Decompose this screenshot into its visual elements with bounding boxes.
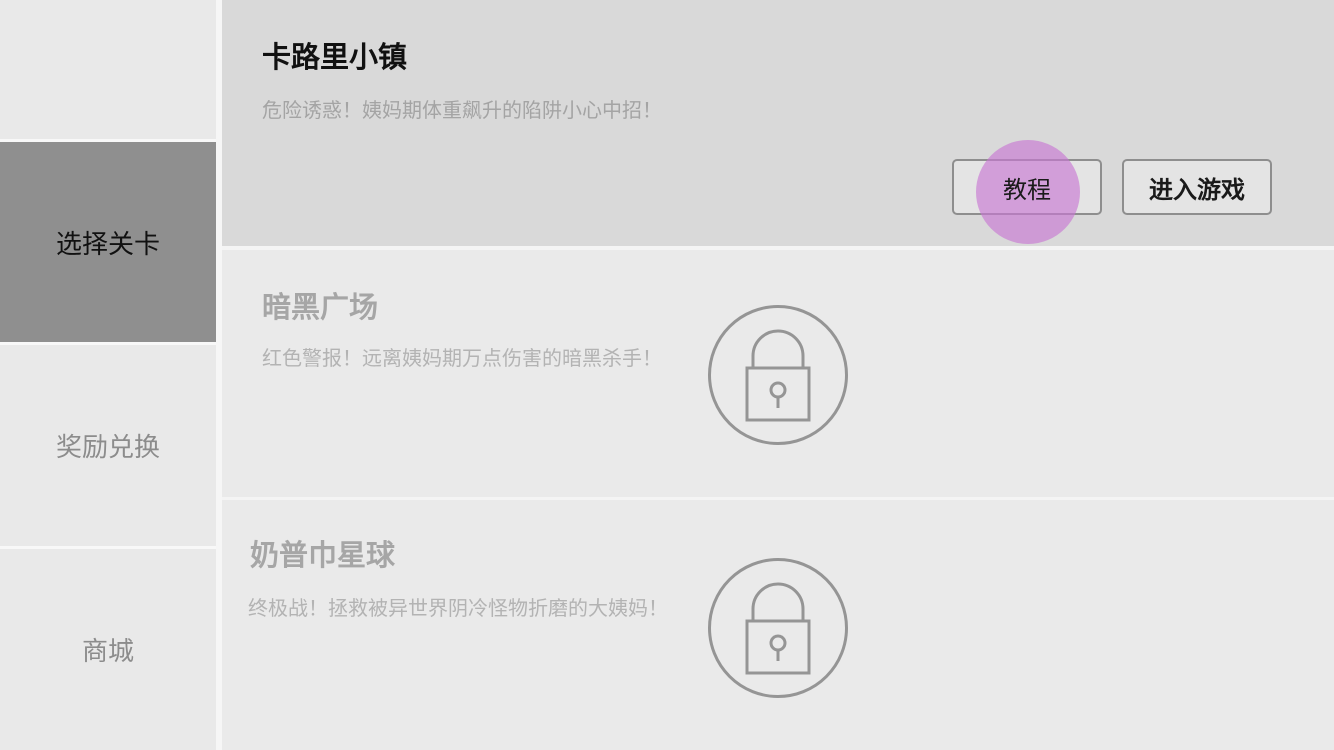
tutorial-button[interactable]: 教程	[952, 159, 1102, 215]
sidebar-item-select-level[interactable]: 选择关卡	[0, 142, 216, 342]
level-title: 奶普巾星球	[250, 538, 396, 572]
sidebar-item-label: 奖励兑换	[55, 432, 160, 463]
level-card-dark-square[interactable]: 暗黑广场 红色警报！远离姨妈期万点伤害的暗黑杀手！	[222, 250, 1334, 497]
level-description: 终极战！拯救被异世界阴冷怪物折磨的大姨妈！	[248, 596, 668, 620]
lock-icon	[708, 305, 848, 445]
sidebar: 选择关卡 奖励兑换 商城	[0, 0, 222, 750]
level-title: 暗黑广场	[262, 290, 379, 324]
level-card-calorie-town[interactable]: 卡路里小镇 危险诱惑！姨妈期体重飙升的陷阱小心中招！ 教程 进入游戏	[222, 0, 1334, 246]
level-list: 卡路里小镇 危险诱惑！姨妈期体重飙升的陷阱小心中招！ 教程 进入游戏 暗黑广场 …	[222, 0, 1334, 750]
level-description: 红色警报！远离姨妈期万点伤害的暗黑杀手！	[262, 346, 662, 370]
sidebar-top-spacer	[0, 0, 216, 141]
lock-icon	[708, 558, 848, 698]
level-description: 危险诱惑！姨妈期体重飙升的陷阱小心中招！	[262, 98, 662, 122]
enter-game-button[interactable]: 进入游戏	[1122, 159, 1272, 215]
enter-game-button-label: 进入游戏	[1149, 175, 1245, 204]
sidebar-item-label: 商城	[81, 637, 134, 667]
sidebar-item-label: 选择关卡	[55, 229, 160, 260]
tutorial-button-label: 教程	[1003, 175, 1051, 204]
level-card-napkin-planet[interactable]: 奶普巾星球 终极战！拯救被异世界阴冷怪物折磨的大姨妈！	[222, 500, 1334, 750]
level-title: 卡路里小镇	[262, 40, 408, 74]
sidebar-item-rewards[interactable]: 奖励兑换	[0, 345, 216, 545]
sidebar-item-shop[interactable]: 商城	[0, 549, 216, 750]
